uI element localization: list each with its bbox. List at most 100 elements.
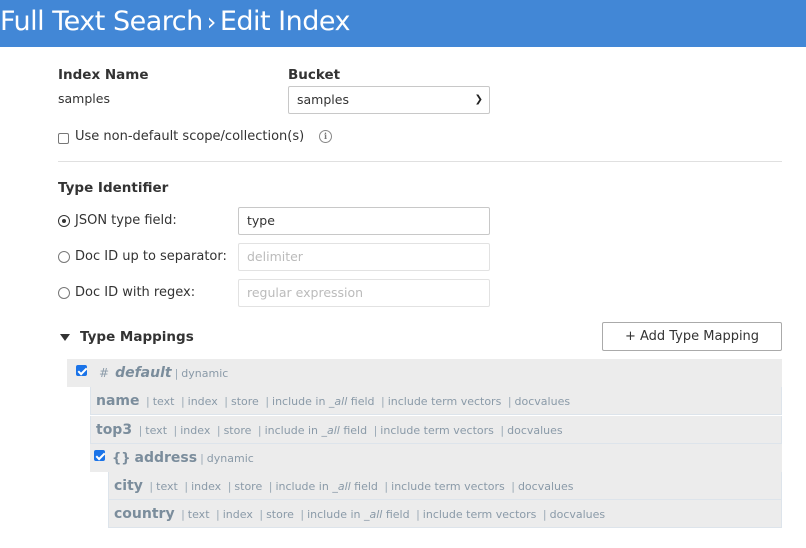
separator: | [180,395,185,408]
attr-term-vectors: include term vectors [387,395,502,408]
regex-placeholder: regular expression [247,285,364,300]
field-row-top3[interactable]: top3 | text | index | store | include in _al… [90,416,782,444]
separator: | [500,424,505,437]
attr-store: store [234,480,263,493]
doc-id-regex-label: Doc ID with regex: [75,285,196,300]
separator: | [149,480,154,493]
json-type-field-value: type [247,213,275,228]
field-row-country[interactable]: country | text | index | store | include in … [108,500,782,528]
separator: | [384,480,389,493]
attr-index: index [191,480,222,493]
bucket-select[interactable]: samples ❯ [288,86,490,114]
separator: | [542,508,547,521]
attr-term-vectors: include term vectors [380,424,494,437]
attr-store: store [266,508,294,521]
attr-docvalues: docvalues [514,395,571,408]
attr-include-in: include in [264,424,322,437]
radio-doc-id-regex[interactable] [58,287,70,299]
field-name: country [114,506,175,522]
separator: | [184,480,189,493]
separator: | [138,424,143,437]
attr-store: store [223,424,252,437]
add-type-mapping-button[interactable]: + Add Type Mapping [602,322,782,351]
bucket-selected-value: samples [297,92,349,107]
attr-index: index [180,424,211,437]
separator: | [381,395,385,408]
attr-docvalues: docvalues [507,424,563,437]
attr-field: field [382,508,410,521]
attr-index: index [222,508,253,521]
field-name: top3 [96,422,133,438]
separator: | [300,508,305,521]
default-mapping-mode: dynamic [181,367,229,380]
separator: | [173,424,178,437]
default-mapping-name: default [115,365,172,381]
scope-checkbox-label: Use non-default scope/collection(s) [75,129,305,144]
attr-term-vectors: include term vectors [422,508,537,521]
field-name: name [96,393,140,409]
separator: | [216,508,220,521]
separator: | [259,508,264,521]
separator: | [181,508,185,521]
separator: | [257,424,262,437]
attr-text: text [156,480,178,493]
page-title: Edit Index [219,6,351,37]
breadcrumb-separator-icon: › [206,8,217,36]
attr-include-in: include in [307,508,364,521]
attr-all: _all [363,508,383,521]
attr-all: _all [332,480,351,493]
address-mapping-checkbox[interactable] [94,450,105,461]
attr-docvalues: docvalues [549,508,606,521]
separator: | [146,395,150,408]
delimiter-placeholder: delimiter [247,249,303,264]
separator: | [227,480,232,493]
radio-doc-id-separator[interactable] [58,251,70,263]
json-type-field-input[interactable]: type [238,207,490,235]
breadcrumb-parent[interactable]: Full Text Search [0,6,203,37]
attr-index: index [187,395,218,408]
index-name-value: samples [58,91,110,106]
attr-docvalues: docvalues [517,480,574,493]
field-row-city[interactable]: city | text | index | store | include in _al… [108,472,782,500]
regex-input[interactable]: regular expression [238,279,490,307]
separator: | [507,395,512,408]
separator: | [268,480,273,493]
bucket-label: Bucket [288,67,341,83]
separator: | [511,480,515,493]
hash-icon: # [99,366,110,380]
json-type-field-label: JSON type field: [75,213,177,228]
separator: | [174,367,179,380]
separator: | [224,395,228,408]
attr-store: store [230,395,259,408]
type-mappings-heading[interactable]: Type Mappings [80,329,194,345]
attr-include-in: include in [275,480,333,493]
separator: | [373,424,378,437]
section-divider [58,161,782,162]
field-name: city [114,478,143,494]
scope-checkbox[interactable] [58,133,69,144]
attr-text: text [145,424,168,437]
field-row-name[interactable]: name | text | index | store | include in _al… [90,387,782,415]
page-header: Full Text Search › Edit Index [0,0,806,47]
collapse-triangle-icon[interactable] [60,334,70,341]
attr-field: field [350,480,378,493]
attr-all: _all [328,395,348,408]
attr-field: field [347,395,375,408]
separator: | [200,452,204,465]
attr-include-in: include in [272,395,329,408]
chevron-down-icon: ❯ [474,94,483,105]
separator: | [416,508,420,521]
info-icon[interactable]: i [319,130,332,143]
address-mapping-row[interactable]: {} address | dynamic [90,444,782,472]
address-mapping-mode: dynamic [206,452,254,465]
radio-json-type-field[interactable] [58,215,70,227]
object-braces-icon: {} [112,451,131,466]
separator: | [265,395,270,408]
address-mapping-name: address [134,450,198,466]
index-name-label: Index Name [58,67,149,83]
default-mapping-row[interactable]: # default | dynamic [67,359,782,387]
attr-all: _all [321,424,340,437]
attr-text: text [187,508,210,521]
default-mapping-checkbox[interactable] [76,365,87,376]
delimiter-input[interactable]: delimiter [238,243,490,271]
